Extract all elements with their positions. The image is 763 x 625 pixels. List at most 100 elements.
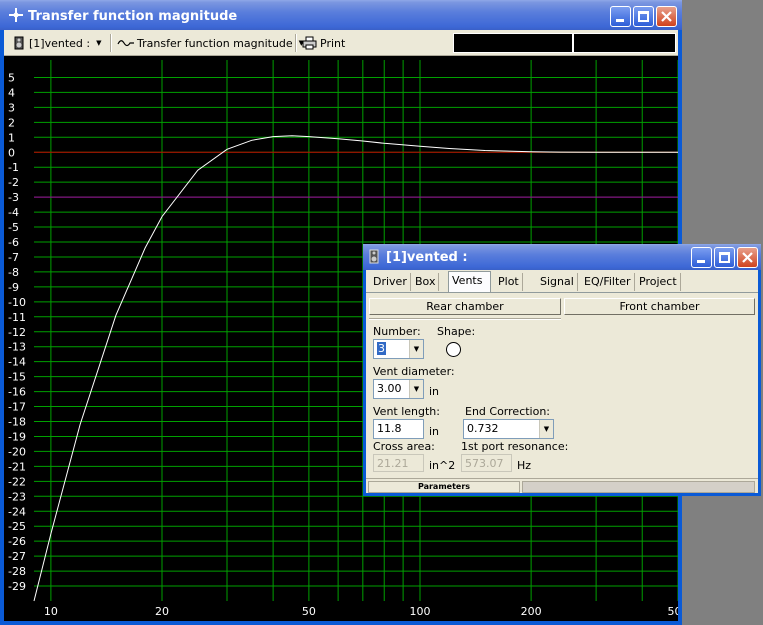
- status-box-left: [453, 33, 573, 53]
- cross-area-unit: in^2: [429, 459, 456, 472]
- shape-label: Shape:: [437, 325, 476, 338]
- number-select[interactable]: 3 ▼: [373, 339, 424, 359]
- maximize-icon: [638, 11, 649, 22]
- waveform-icon: [117, 40, 134, 47]
- close-button[interactable]: [656, 6, 677, 27]
- minimize-icon: [616, 19, 624, 22]
- y-tick-label: -5: [8, 221, 19, 234]
- plot-type-dropdown-label: Transfer function magnitude: [137, 36, 293, 50]
- y-tick-label: -25: [8, 520, 26, 533]
- y-tick-label: -15: [8, 371, 26, 384]
- port-resonance-label: 1st port resonance:: [461, 440, 569, 453]
- y-tick-label: -10: [8, 296, 26, 309]
- close-icon: [661, 11, 672, 22]
- end-correction-label: End Correction:: [465, 405, 551, 418]
- cross-area-label: Cross area:: [373, 440, 435, 453]
- minimize-button[interactable]: [691, 247, 712, 268]
- dialog-title-bar[interactable]: [1]vented :: [363, 244, 761, 270]
- vent-length-unit: in: [429, 425, 440, 438]
- tab-signal[interactable]: Signal: [537, 273, 578, 291]
- chevron-down-icon[interactable]: ▼: [409, 340, 423, 358]
- front-chamber-button[interactable]: Front chamber: [564, 298, 755, 315]
- number-label: Number:: [373, 325, 421, 338]
- tab-plot[interactable]: Plot: [495, 273, 523, 291]
- tab-project[interactable]: Project: [636, 273, 681, 291]
- parameters-dialog: [1]vented : Driver Box Vents Plot Signal…: [363, 244, 761, 496]
- vent-length-input[interactable]: 11.8: [373, 419, 424, 439]
- y-tick-label: -26: [8, 535, 26, 548]
- maximize-icon: [719, 252, 730, 263]
- y-tick-label: -6: [8, 236, 19, 249]
- main-title-bar[interactable]: Transfer function magnitude: [0, 0, 682, 30]
- y-tick-label: -13: [8, 341, 26, 354]
- x-tick-label: 10: [44, 605, 58, 618]
- minimize-button[interactable]: [610, 6, 631, 27]
- rear-chamber-button[interactable]: Rear chamber: [369, 298, 561, 315]
- y-tick-label: 0: [8, 146, 15, 159]
- maximize-button[interactable]: [633, 6, 654, 27]
- y-tick-label: -23: [8, 490, 26, 503]
- y-tick-label: -11: [8, 311, 26, 324]
- y-tick-label: -27: [8, 550, 26, 563]
- print-button[interactable]: Print: [302, 34, 345, 52]
- y-tick-label: -8: [8, 266, 19, 279]
- y-tick-label: -24: [8, 505, 26, 518]
- close-button[interactable]: [737, 247, 758, 268]
- y-tick-label: -21: [8, 460, 26, 473]
- x-tick-label: 50: [302, 605, 316, 618]
- y-tick-label: 5: [8, 71, 15, 84]
- speaker-icon: [369, 249, 379, 264]
- project-dropdown[interactable]: [1]vented : ▼: [14, 34, 102, 52]
- y-tick-label: -1: [8, 161, 19, 174]
- y-tick-label: -29: [8, 580, 26, 593]
- minimize-icon: [697, 260, 705, 263]
- cross-area-field: 21.21: [373, 454, 424, 472]
- vent-diameter-select[interactable]: 3.00 ▼: [373, 379, 424, 399]
- status-box-right: [573, 33, 676, 53]
- rear-chamber-divider: [369, 318, 561, 320]
- y-tick-label: -20: [8, 445, 26, 458]
- toolbar: [1]vented : ▼ Transfer function magnitud…: [4, 30, 678, 56]
- chevron-down-icon[interactable]: ▼: [409, 380, 423, 398]
- status-panel-parameters: Parameters: [368, 481, 520, 493]
- cross-area-value: 21.21: [377, 457, 409, 470]
- printer-icon: [302, 36, 317, 50]
- chevron-down-icon: ▼: [96, 39, 102, 47]
- y-tick-label: -17: [8, 401, 26, 414]
- tab-vents[interactable]: Vents: [448, 271, 491, 292]
- tab-driver[interactable]: Driver: [370, 273, 411, 291]
- x-tick-label: 20: [155, 605, 169, 618]
- plot-type-dropdown[interactable]: Transfer function magnitude ▼: [117, 34, 304, 52]
- dialog-body: Driver Box Vents Plot Signal EQ/Filter P…: [366, 270, 758, 493]
- y-tick-label: -22: [8, 475, 26, 488]
- dialog-status-bar: Parameters: [366, 478, 758, 493]
- maximize-button[interactable]: [714, 247, 735, 268]
- y-tick-label: 1: [8, 131, 15, 144]
- y-tick-label: -16: [8, 386, 26, 399]
- y-tick-label: -4: [8, 206, 19, 219]
- vent-diameter-value: 3.00: [377, 382, 402, 395]
- port-resonance-value: 573.07: [465, 457, 504, 470]
- y-tick-label: -19: [8, 430, 26, 443]
- end-correction-value: 0.732: [467, 422, 499, 435]
- vent-length-value: 11.8: [377, 422, 402, 435]
- print-button-label: Print: [320, 36, 346, 50]
- y-tick-label: -18: [8, 416, 26, 429]
- circle-shape-icon[interactable]: [446, 342, 461, 357]
- y-tick-label: -2: [8, 176, 19, 189]
- vent-length-label: Vent length:: [373, 405, 440, 418]
- y-tick-label: -14: [8, 356, 26, 369]
- close-icon: [742, 252, 753, 263]
- y-tick-label: -3: [8, 191, 19, 204]
- y-tick-label: -7: [8, 251, 19, 264]
- y-tick-label: 3: [8, 101, 15, 114]
- end-correction-select[interactable]: 0.732 ▼: [463, 419, 554, 439]
- x-tick-label: 200: [521, 605, 542, 618]
- x-tick-label: 500: [668, 605, 679, 618]
- project-dropdown-label: [1]vented :: [29, 36, 91, 50]
- port-resonance-unit: Hz: [517, 459, 532, 472]
- y-tick-label: -12: [8, 326, 26, 339]
- tab-box[interactable]: Box: [412, 273, 440, 291]
- chevron-down-icon[interactable]: ▼: [539, 420, 553, 438]
- tab-eq-filter[interactable]: EQ/Filter: [581, 273, 635, 291]
